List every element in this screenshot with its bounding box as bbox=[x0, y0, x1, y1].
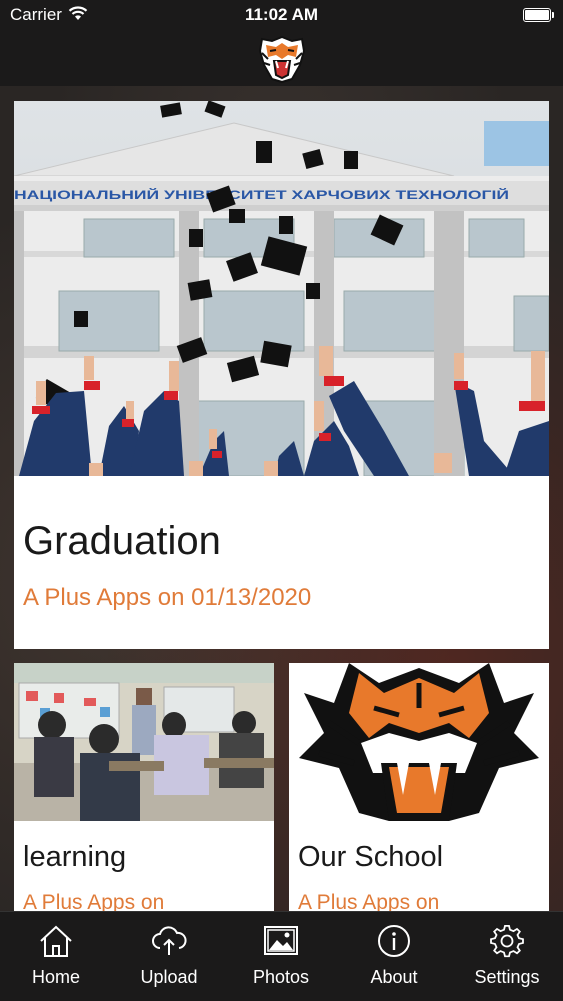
tab-home[interactable]: Home bbox=[0, 912, 112, 1001]
gear-icon bbox=[490, 925, 524, 958]
tab-bar: Home Upload Photos About Settings bbox=[0, 911, 563, 1001]
post-byline: A Plus Apps on 01/13/2020 bbox=[23, 584, 312, 611]
status-time: 11:02 AM bbox=[244, 5, 319, 24]
building-sign: НАЦІОНАЛЬНИЙ УНІВЕРСИТЕТ ХАРЧОВИХ ТЕХНОЛ… bbox=[14, 187, 509, 202]
post-card-our-school[interactable]: Our School A Plus Apps on bbox=[289, 663, 549, 923]
tab-upload[interactable]: Upload bbox=[113, 912, 225, 1001]
featured-post-card[interactable]: НАЦІОНАЛЬНИЙ УНІВЕРСИТЕТ ХАРЧОВИХ ТЕХНОЛ… bbox=[14, 101, 549, 649]
tiger-logo-icon bbox=[258, 35, 306, 83]
graduation-photo: НАЦІОНАЛЬНИЙ УНІВЕРСИТЕТ ХАРЧОВИХ ТЕХНОЛ… bbox=[14, 101, 549, 476]
post-title: learning bbox=[23, 841, 127, 873]
tab-photos[interactable]: Photos bbox=[225, 912, 337, 1001]
info-icon bbox=[378, 925, 410, 957]
post-card-learning[interactable]: learning A Plus Apps on bbox=[14, 663, 274, 923]
status-bar: Carrier 11:02 AM bbox=[0, 0, 563, 30]
tab-label: About bbox=[370, 967, 418, 987]
photos-icon bbox=[264, 926, 298, 955]
tab-label: Home bbox=[31, 967, 80, 987]
cloud-upload-icon bbox=[152, 926, 187, 955]
classroom-photo bbox=[14, 663, 274, 821]
tiger-mascot-image bbox=[289, 663, 549, 821]
nav-bar bbox=[0, 30, 563, 86]
tab-settings[interactable]: Settings bbox=[451, 912, 563, 1001]
tab-about[interactable]: About bbox=[338, 912, 450, 1001]
post-title: Graduation bbox=[23, 519, 221, 563]
tab-label: Upload bbox=[140, 967, 198, 987]
tab-label: Photos bbox=[252, 967, 310, 987]
tab-label: Settings bbox=[474, 967, 540, 987]
battery-icon bbox=[523, 8, 554, 22]
post-title: Our School bbox=[298, 841, 444, 873]
home-icon bbox=[40, 925, 72, 957]
